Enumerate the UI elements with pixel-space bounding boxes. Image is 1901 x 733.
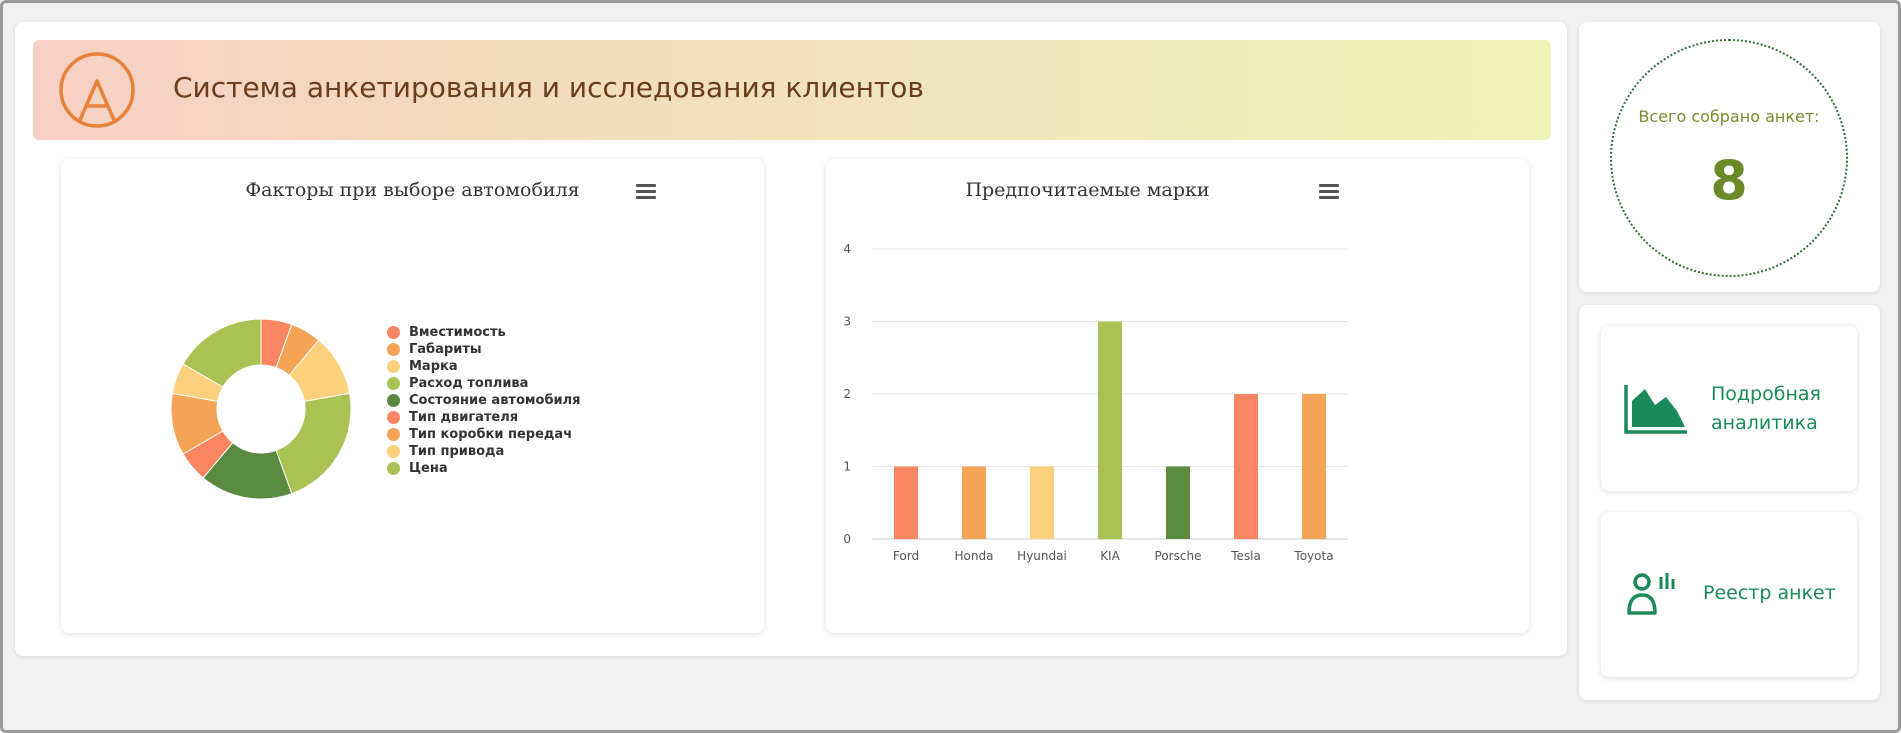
- legend-item[interactable]: Расход топлива: [387, 375, 581, 392]
- legend-marker: [387, 411, 400, 424]
- legend-marker: [387, 462, 400, 475]
- counter-label: Всего собрано анкет:: [1638, 107, 1820, 126]
- letter-a-circle-logo: [59, 52, 135, 128]
- brands-bar-chart: 0 1 2 3 4 Ford Honda Hyundai KIA Porsche Tesla Toyo…: [843, 242, 1348, 563]
- registry-nav-label: Реестр анкет: [1703, 582, 1836, 604]
- bar-toyota[interactable]: [1302, 394, 1326, 539]
- legend-label: Состояние автомобиля: [409, 393, 581, 408]
- bar-honda[interactable]: [962, 466, 986, 540]
- app-title: Система анкетирования и исследования кли…: [173, 71, 924, 104]
- counter-value: 8: [1710, 149, 1748, 212]
- legend-item[interactable]: Состояние автомобиля: [387, 392, 581, 409]
- registry-nav-card[interactable]: Реестр анкет: [1601, 512, 1857, 677]
- y-tick-label: 2: [843, 387, 851, 401]
- factors-chart-card: Факторы при выборе автомобиля Вместимост…: [61, 159, 764, 633]
- legend-item[interactable]: Тип привода: [387, 443, 581, 460]
- legend-marker: [387, 394, 400, 407]
- x-tick-label: KIA: [1100, 549, 1120, 563]
- legend-marker: [387, 428, 400, 441]
- bar-tesla[interactable]: [1234, 394, 1258, 539]
- header-banner: Система анкетирования и исследования кли…: [33, 40, 1551, 140]
- legend-marker: [387, 360, 400, 373]
- legend-marker: [387, 445, 400, 458]
- hamburger-icon[interactable]: [1319, 184, 1339, 200]
- y-tick-label: 4: [843, 242, 851, 256]
- legend-marker: [387, 326, 400, 339]
- bar-ford[interactable]: [894, 466, 918, 540]
- x-tick-label: Hyundai: [1017, 549, 1067, 563]
- legend-label: Марка: [409, 359, 458, 374]
- legend-label: Вместимость: [409, 325, 506, 340]
- analytics-nav-label: Подробная аналитика: [1711, 383, 1821, 434]
- factors-legend: Вместимость Габариты Марка Расход топлива Со…: [387, 324, 581, 477]
- counter-circle: Всего собрано анкет: 8: [1610, 39, 1848, 277]
- dashboard-panel: Система анкетирования и исследования кли…: [15, 22, 1567, 656]
- user-chart-icon: [1627, 573, 1675, 615]
- legend-label: Тип двигателя: [409, 410, 519, 425]
- legend-marker: [387, 377, 400, 390]
- x-tick-label: Ford: [893, 549, 919, 563]
- bar-porsche[interactable]: [1166, 466, 1190, 540]
- bar-kia[interactable]: [1098, 321, 1122, 540]
- legend-item[interactable]: Вместимость: [387, 324, 581, 341]
- x-tick-label: Honda: [955, 549, 994, 563]
- legend-label: Тип привода: [409, 444, 505, 459]
- legend-item[interactable]: Тип двигателя: [387, 409, 581, 426]
- legend-marker: [387, 343, 400, 356]
- legend-item[interactable]: Цена: [387, 460, 581, 477]
- y-tick-label: 0: [843, 532, 851, 546]
- analytics-nav-card[interactable]: Подробная аналитика: [1601, 326, 1857, 491]
- factors-donut-chart: [170, 318, 352, 500]
- legend-label: Расход топлива: [409, 376, 529, 391]
- x-tick-label: Tesla: [1230, 549, 1261, 563]
- pie-slice-3[interactable]: [275, 392, 352, 495]
- bar-hyundai[interactable]: [1030, 466, 1054, 540]
- area-chart-icon: [1624, 385, 1687, 434]
- legend-label: Габариты: [409, 342, 482, 357]
- factors-chart-title: Факторы при выборе автомобиля: [245, 179, 580, 201]
- y-tick-label: 3: [843, 315, 851, 329]
- legend-label: Тип коробки передач: [409, 427, 573, 442]
- legend-item[interactable]: Тип коробки передач: [387, 426, 581, 443]
- x-tick-label: Toyota: [1293, 549, 1333, 563]
- hamburger-icon[interactable]: [636, 184, 656, 200]
- brands-chart-title: Предпочитаемые марки: [965, 179, 1210, 201]
- legend-item[interactable]: Габариты: [387, 341, 581, 358]
- legend-item[interactable]: Марка: [387, 358, 581, 375]
- legend-label: Цена: [409, 461, 448, 476]
- y-tick-label: 1: [843, 460, 851, 474]
- brands-chart-card: Предпочитаемые марки 0 1 2 3 4 Ford Honda Hyund…: [826, 159, 1529, 633]
- x-tick-label: Porsche: [1155, 549, 1202, 563]
